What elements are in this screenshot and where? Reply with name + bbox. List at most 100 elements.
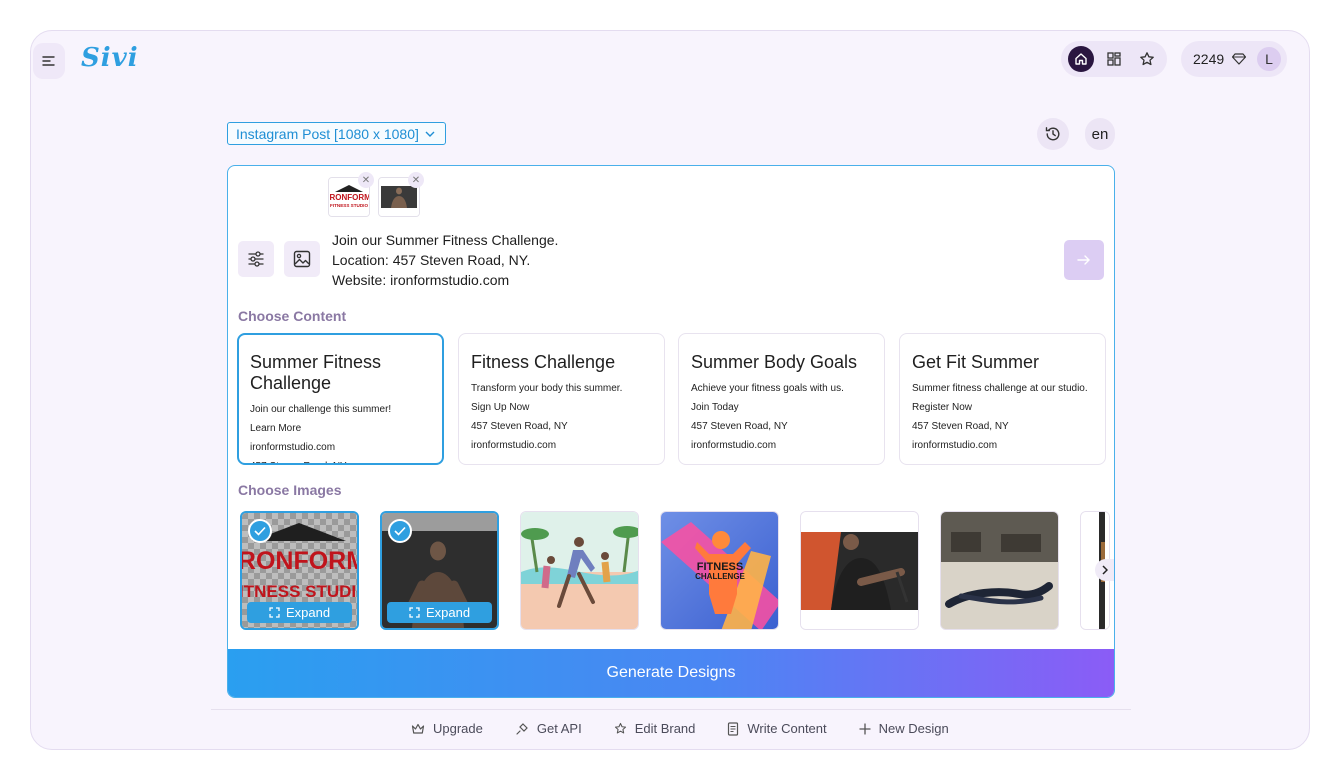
expand-button[interactable]: Expand — [387, 602, 492, 623]
document-icon — [728, 721, 739, 736]
footer-divider — [211, 709, 1131, 710]
choose-content-label: Choose Content — [238, 308, 347, 324]
content-option-line: 457 Steven Road, NY — [471, 421, 568, 432]
content-option-line: Transform your body this summer. — [471, 383, 623, 394]
history-icon — [1045, 127, 1060, 141]
write-content-label: Write Content — [747, 721, 827, 736]
content-option-line: Join Today — [691, 402, 739, 413]
write-content-link[interactable]: Write Content — [727, 721, 827, 736]
content-option-2[interactable]: Fitness Challenge Transform your body th… — [458, 333, 665, 465]
plus-icon — [858, 722, 871, 735]
credits-pill[interactable]: 2249 L — [1181, 41, 1287, 77]
credits-count: 2249 — [1193, 51, 1225, 67]
expand-icon — [269, 607, 280, 618]
gym-resistance-band-image — [941, 512, 1058, 629]
edit-brand-label: Edit Brand — [634, 721, 696, 736]
next-images-button[interactable] — [1095, 559, 1114, 581]
image-option-4[interactable]: FITNESS CHALLENGE — [660, 511, 779, 630]
avatar[interactable]: L — [1257, 47, 1281, 71]
content-option-line: ironformstudio.com — [471, 440, 557, 451]
upgrade-link[interactable]: Upgrade — [411, 721, 483, 736]
image-option-5[interactable] — [800, 511, 919, 630]
image-icon — [293, 250, 311, 268]
image-option-1[interactable]: IRONFORM FITNESS STUDIO Expand — [240, 511, 359, 630]
logo-line1: IRONFORM — [242, 547, 357, 575]
upgrade-label: Upgrade — [433, 721, 483, 736]
expand-icon — [409, 607, 420, 618]
poster-line2: CHALLENGE — [695, 572, 745, 581]
content-option-line: 457 Steven Road, NY — [912, 421, 1009, 432]
format-select[interactable]: Instagram Post [1080 x 1080] — [227, 122, 446, 145]
content-option-title: Fitness Challenge — [471, 352, 616, 372]
history-button[interactable] — [1037, 118, 1069, 150]
prompt-line: Website: ironformstudio.com — [332, 272, 510, 288]
image-option-3[interactable] — [520, 511, 639, 630]
resistance-band-workout-image — [801, 512, 918, 629]
content-option-line: Summer fitness challenge at our studio. — [912, 383, 1088, 394]
check-icon — [394, 526, 406, 536]
content-option-line: 457 Steven Road, NY — [691, 421, 788, 432]
content-option-line: Join our challenge this summer! — [250, 404, 392, 415]
generate-designs-button[interactable]: Generate Designs — [228, 649, 1114, 697]
sliders-icon — [248, 251, 264, 267]
menu-icon — [42, 56, 55, 66]
check-icon — [254, 526, 266, 536]
home-icon — [1075, 53, 1088, 65]
format-select-label: Instagram Post [1080 x 1080] — [236, 125, 419, 142]
close-icon: ✕ — [361, 174, 371, 186]
content-option-3[interactable]: Summer Body Goals Achieve your fitness g… — [678, 333, 885, 465]
crown-icon — [411, 723, 425, 734]
edit-brand-link[interactable]: Edit Brand — [614, 721, 696, 736]
remove-logo-button[interactable]: ✕ — [358, 172, 374, 188]
app-window: Sivi 2249 L Instagram Post [1080 x 1080]… — [30, 30, 1310, 750]
remove-photo-button[interactable]: ✕ — [408, 172, 424, 188]
new-design-label: New Design — [878, 721, 949, 736]
selected-check — [388, 519, 412, 543]
get-api-link[interactable]: Get API — [515, 721, 582, 736]
footer-links: Upgrade Get API Edit Brand Write Content… — [411, 721, 949, 736]
logo-line2: FITNESS STUDIO — [242, 582, 357, 601]
home-button[interactable] — [1068, 46, 1095, 72]
chevron-down-icon — [425, 131, 435, 137]
star-icon — [614, 722, 626, 734]
plug-icon — [516, 722, 528, 735]
star-icon — [1139, 52, 1154, 66]
content-option-title: Get Fit Summer — [912, 352, 1040, 372]
image-option-2[interactable]: Expand — [380, 511, 499, 630]
grid-icon — [1107, 52, 1121, 66]
language-button[interactable]: en — [1085, 118, 1115, 150]
menu-button[interactable] — [33, 43, 65, 79]
thumb-logo-line2: FITNESS STUDIO — [330, 203, 368, 208]
add-image-button[interactable] — [284, 241, 320, 277]
content-option-line: ironformstudio.com — [250, 442, 336, 453]
prompt-line: Location: 457 Steven Road, NY. — [332, 252, 531, 268]
settings-button[interactable] — [238, 241, 274, 277]
choose-images-label: Choose Images — [238, 482, 342, 498]
content-option-line: ironformstudio.com — [912, 440, 998, 451]
close-icon: ✕ — [411, 174, 421, 186]
submit-prompt-button[interactable] — [1064, 240, 1104, 280]
content-option-title: Summer Body Goals — [691, 352, 858, 372]
prompt-text[interactable]: Join our Summer Fitness Challenge. Locat… — [332, 230, 558, 290]
new-design-link[interactable]: New Design — [858, 721, 949, 736]
arrow-right-icon — [1077, 255, 1090, 265]
templates-button[interactable] — [1101, 46, 1127, 72]
app-logo[interactable]: Sivi — [81, 43, 139, 73]
prompt-line: Join our Summer Fitness Challenge. — [332, 232, 559, 248]
content-option-4[interactable]: Get Fit Summer Summer fitness challenge … — [899, 333, 1106, 465]
content-option-line: Sign Up Now — [471, 402, 530, 413]
image-option-6[interactable] — [940, 511, 1059, 630]
diamond-icon — [1232, 53, 1247, 65]
content-option-line: 457 Steven Road, NY — [250, 457, 431, 463]
expand-label: Expand — [285, 605, 331, 620]
chevron-right-icon — [1102, 565, 1108, 575]
expand-label: Expand — [425, 605, 471, 620]
favorites-button[interactable] — [1134, 46, 1160, 72]
content-option-1[interactable]: Summer Fitness Challenge Join our challe… — [237, 333, 444, 465]
thumb-logo-line1: IRONFORM — [329, 193, 369, 202]
selected-check — [248, 519, 272, 543]
content-option-title: Summer Fitness Challenge — [250, 352, 382, 393]
content-option-line: Register Now — [912, 402, 973, 413]
expand-button[interactable]: Expand — [247, 602, 352, 623]
content-option-line: Achieve your fitness goals with us. — [691, 383, 844, 394]
